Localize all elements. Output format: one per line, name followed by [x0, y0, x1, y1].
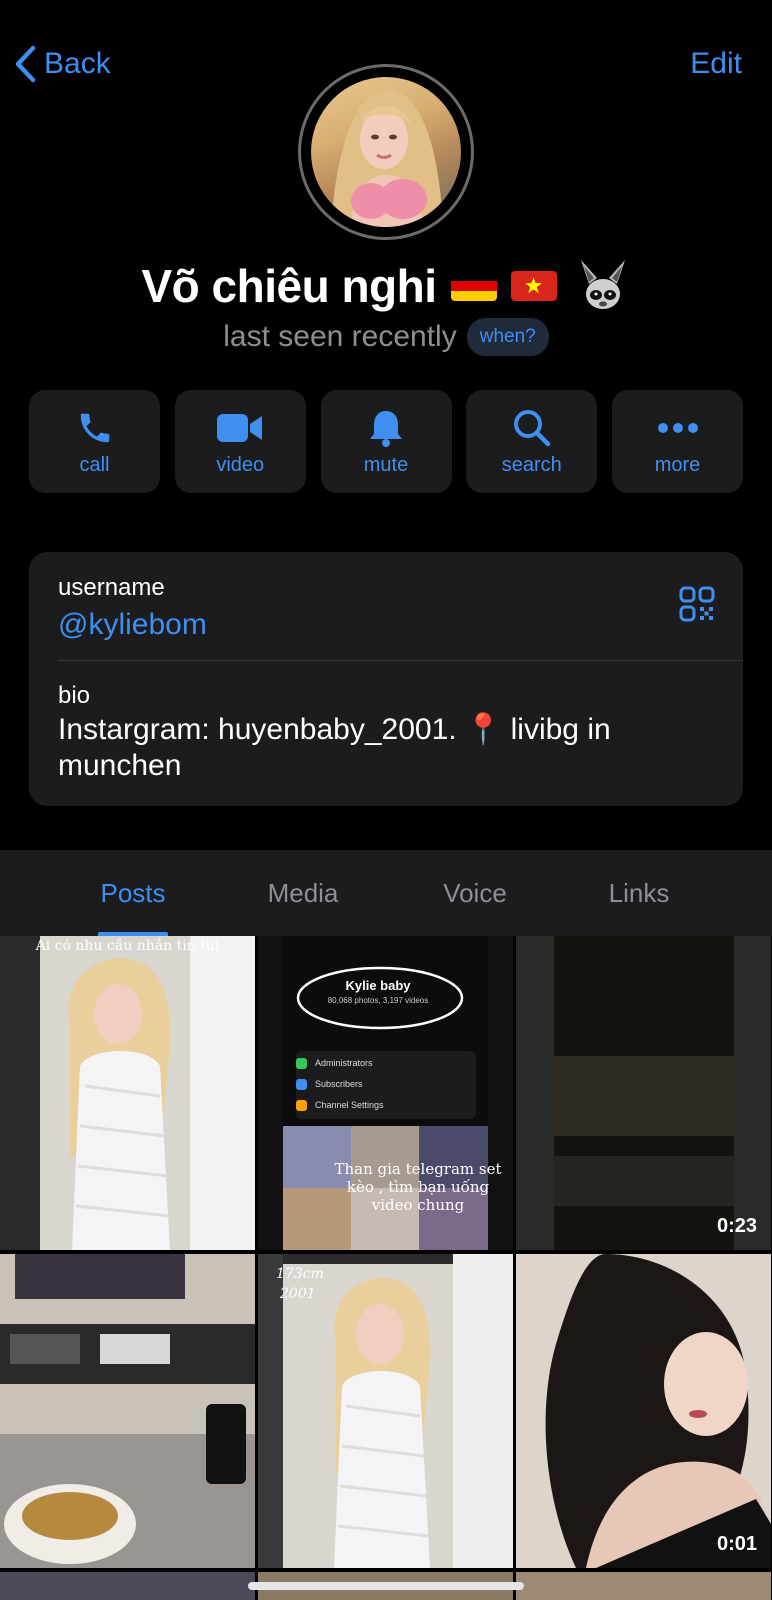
vietnam-flag-icon: ★	[510, 271, 557, 301]
media-cell-video[interactable]: 0:01	[516, 1254, 771, 1568]
username-label: username	[58, 574, 165, 601]
media-cell-partial[interactable]	[0, 1572, 255, 1600]
media-thumbnail	[0, 1254, 255, 1568]
when-button[interactable]: when?	[466, 318, 549, 356]
chevron-left-icon	[15, 45, 36, 83]
edit-button[interactable]: Edit	[690, 42, 742, 86]
bell-icon	[370, 411, 402, 447]
media-grid: Ai có nhu cầu nhắn tin tui Kylie baby 80…	[0, 936, 772, 1600]
avatar-image	[331, 89, 443, 227]
video-camera-icon	[217, 414, 263, 442]
ellipsis-icon	[657, 423, 698, 433]
bio-label: bio	[58, 682, 91, 709]
media-cell-screenshot[interactable]: Kylie baby 80,068 photos, 3,197 videos A…	[258, 936, 513, 1250]
media-cell-photo[interactable]: Ai có nhu cầu nhắn tin tui	[0, 936, 255, 1250]
video-duration: 0:01	[716, 1533, 757, 1555]
status-row: last seen recently when?	[0, 318, 772, 356]
media-cell-photo[interactable]: 173cm 2001	[258, 1254, 513, 1568]
channel-name-preview: Kylie baby	[345, 978, 411, 993]
home-indicator[interactable]	[248, 1582, 524, 1590]
mute-label: mute	[363, 454, 409, 476]
video-duration: 0:23	[716, 1215, 757, 1237]
info-divider	[58, 660, 743, 661]
info-card: username @kyliebom bio Instargram: huyen…	[29, 552, 743, 806]
back-button[interactable]: Back	[14, 42, 111, 86]
username-link[interactable]: @kyliebom	[58, 608, 207, 642]
last-seen-status: last seen recently	[223, 320, 457, 353]
phone-icon	[80, 413, 109, 443]
media-tabs: Posts Media Voice Links	[0, 850, 772, 936]
mute-button[interactable]: mute	[320, 390, 452, 493]
avatar-story-ring[interactable]	[298, 64, 474, 240]
action-buttons: call video mute search more	[29, 390, 743, 493]
search-button[interactable]: search	[466, 390, 598, 493]
call-label: call	[79, 454, 110, 476]
media-thumbnail	[0, 936, 255, 1250]
photo-overlay-year: 2001	[280, 1286, 316, 1302]
back-label: Back	[44, 47, 111, 80]
tab-media[interactable]: Media	[248, 850, 358, 936]
preview-row-subscribers: Subscribers	[296, 1074, 466, 1094]
more-label: more	[654, 454, 701, 476]
photo-caption: Ai có nhu cầu nhắn tin tui	[35, 938, 220, 954]
profile-name: Võ chiêu nghi	[141, 260, 437, 312]
preview-row-admins: Administrators	[296, 1053, 466, 1073]
media-cell-partial[interactable]	[516, 1572, 771, 1600]
search-label: search	[501, 454, 562, 476]
bunny-emoji-status-icon[interactable]	[575, 258, 631, 314]
tab-posts[interactable]: Posts	[78, 850, 188, 936]
germany-flag-icon	[450, 271, 497, 301]
bio-text: Instargram: huyenbaby_2001. 📍 livibg in …	[58, 713, 611, 782]
media-cell-photo[interactable]	[0, 1254, 255, 1568]
video-label: video	[216, 454, 265, 476]
more-button[interactable]: more	[612, 390, 743, 493]
photo-overlay-height: 173cm	[276, 1266, 324, 1282]
search-icon	[513, 410, 550, 447]
profile-name-row: Võ chiêu nghi ★	[0, 258, 772, 314]
media-cell-video[interactable]: 0:23	[516, 936, 771, 1250]
avatar[interactable]	[311, 77, 461, 227]
preview-row-settings: Channel Settings	[296, 1095, 466, 1115]
screenshot-caption: Than gia telegram set kèo , tìm bạn uống…	[334, 1160, 502, 1214]
media-thumbnail	[516, 936, 771, 1250]
qr-code-icon[interactable]	[679, 586, 715, 622]
tab-links[interactable]: Links	[584, 850, 694, 936]
channel-counts-preview: 80,068 photos, 3,197 videos	[327, 996, 429, 1005]
media-thumbnail	[516, 1254, 771, 1568]
tab-voice[interactable]: Voice	[420, 850, 530, 936]
call-button[interactable]: call	[29, 390, 160, 493]
video-button[interactable]: video	[174, 390, 306, 493]
